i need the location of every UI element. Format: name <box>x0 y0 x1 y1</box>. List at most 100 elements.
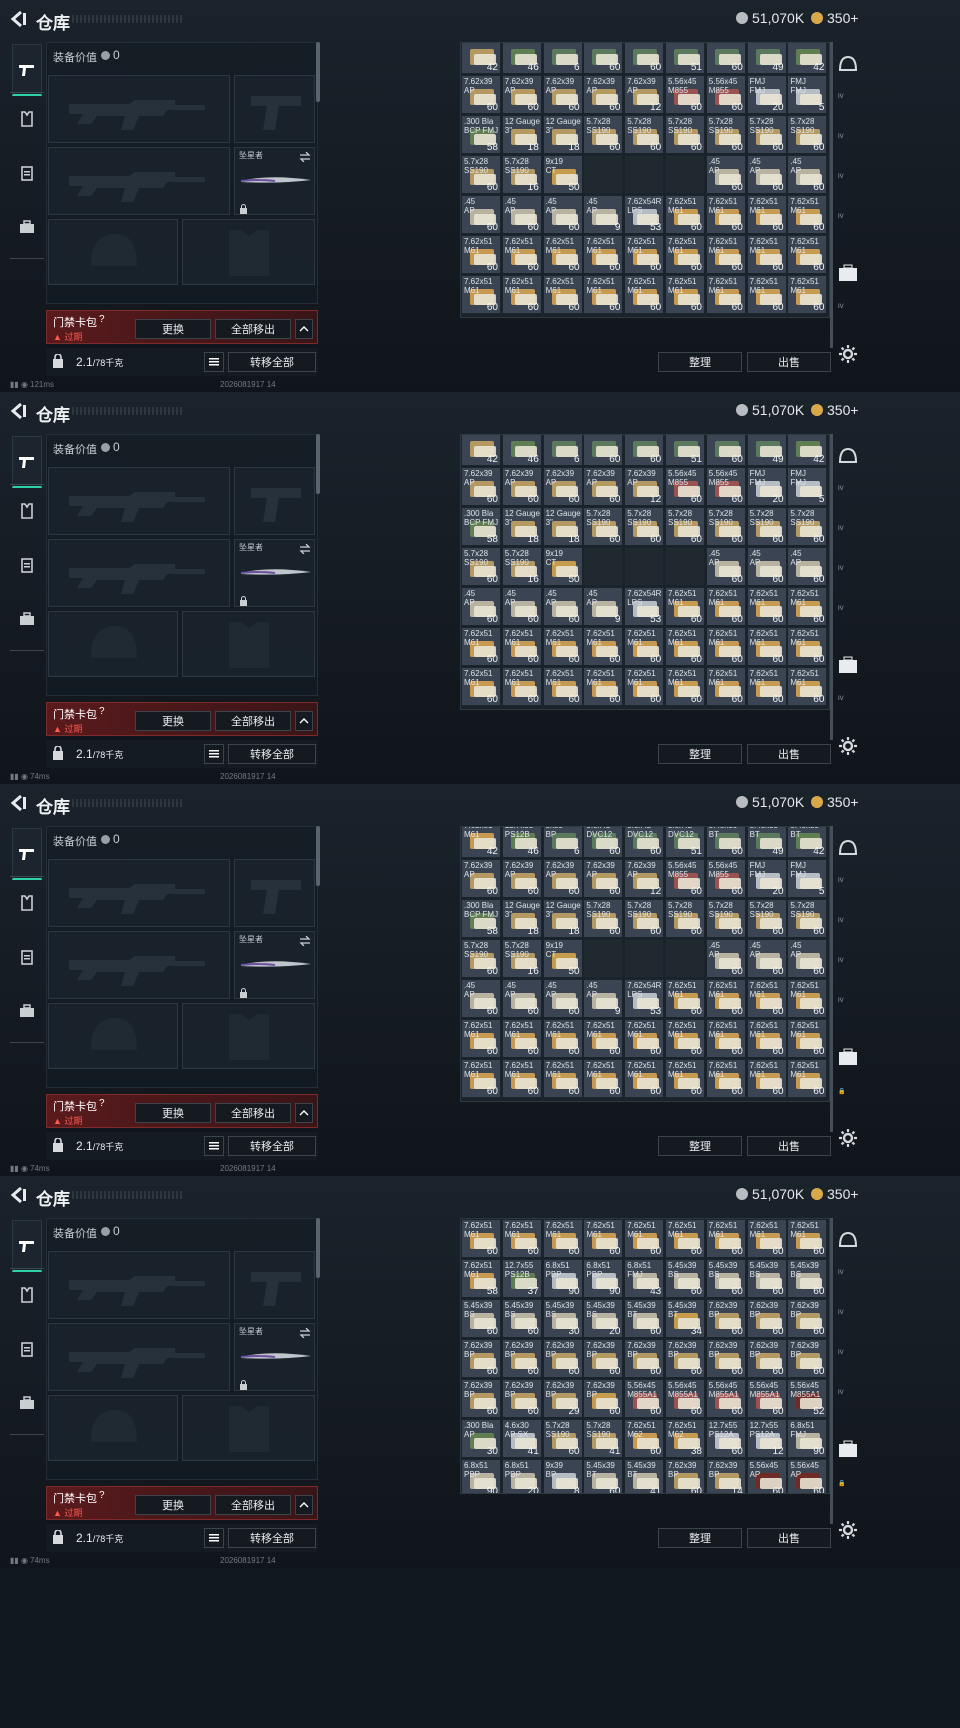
stash-item[interactable]: 12 Gauge 3" 18 <box>542 115 583 154</box>
stash-item[interactable]: 7.62x51 M61 60 <box>705 1019 746 1058</box>
empty-cell[interactable] <box>665 939 705 978</box>
currency-gold[interactable]: 350+ <box>811 402 859 418</box>
stash-item[interactable]: 5.7x28 SS190 16 <box>501 155 542 194</box>
stash-item[interactable]: 6 <box>542 43 583 74</box>
stash-item[interactable]: 5.7x28 SS190 60 <box>746 507 787 546</box>
stash-item[interactable]: 5.56x45 M855 60 <box>705 75 746 114</box>
stash-item[interactable]: 5.7x28 SS190 60 <box>461 155 501 194</box>
stash-item[interactable]: 7.62x51 M61 60 <box>461 1219 501 1258</box>
stash-item[interactable]: 7.62x54R LPS 53 <box>624 587 665 626</box>
stash-item[interactable]: 7.62x51 M61 60 <box>624 1019 665 1058</box>
stash-item[interactable]: 7.62x54R LPS 53 <box>624 979 665 1018</box>
stash-item[interactable]: .45 AP 9 <box>583 587 624 626</box>
list-view-button[interactable] <box>204 1528 224 1548</box>
empty-cell[interactable] <box>583 939 624 978</box>
stash-item[interactable]: 7.62x39 BP 60 <box>787 1339 828 1378</box>
stash-item[interactable]: 42 <box>461 435 501 466</box>
stash-item[interactable]: .45 AP 60 <box>705 939 746 978</box>
stash-item[interactable]: 12 Gauge 3" 18 <box>501 115 542 154</box>
stash-item[interactable]: 5.7x28 SS190 60 <box>665 115 705 154</box>
stash-item[interactable]: 6.8x51 FMJ 43 <box>624 1259 665 1298</box>
tab-armor[interactable] <box>12 888 42 918</box>
stash-item[interactable]: 7.62x51 M62 38 <box>665 1419 705 1458</box>
stash-item[interactable]: 6.8x51 PBP 90 <box>461 1459 501 1493</box>
stash-item[interactable]: 7.62x39 BP 60 <box>746 1339 787 1378</box>
stash-item[interactable]: 7.62x51 M61 60 <box>624 235 665 274</box>
stash-item[interactable]: 5.7x28 SS190 60 <box>624 115 665 154</box>
stash-item[interactable]: .45 AP 60 <box>542 587 583 626</box>
stash-item[interactable]: 7.62x39 BP 60 <box>583 1379 624 1418</box>
secondary-weapon-slot[interactable] <box>48 147 230 215</box>
stash-item[interactable]: .45 AP 60 <box>787 939 828 978</box>
stash-item[interactable]: 60 <box>705 435 746 466</box>
stash-item[interactable]: 7.62x51 M61 60 <box>542 275 583 314</box>
stash-item[interactable]: 7.62x39 BP 60 <box>501 1339 542 1378</box>
stash-item[interactable]: 5.7x28 SS190 16 <box>501 547 542 586</box>
swap-icon[interactable] <box>299 544 311 554</box>
stash-item[interactable]: 5.45x39 BS 60 <box>665 1259 705 1298</box>
stash-tab-active[interactable] <box>838 264 858 284</box>
tab-backpack[interactable] <box>12 996 42 1026</box>
stash-item[interactable]: 7.62x51 M61 60 <box>787 275 828 314</box>
list-view-button[interactable] <box>204 1136 224 1156</box>
loadout-scrollbar[interactable] <box>316 1218 320 1278</box>
body-armor-slot[interactable] <box>182 1003 315 1069</box>
tab-armor[interactable] <box>12 104 42 134</box>
stash-item[interactable]: 5.7x28 SS190 60 <box>746 899 787 938</box>
tab-backpack[interactable] <box>12 212 42 242</box>
stash-item[interactable]: 5.7x28 SS190 60 <box>787 507 828 546</box>
stash-item[interactable]: .45 AP 60 <box>746 155 787 194</box>
stash-item[interactable]: 7.62x39 AP 60 <box>583 75 624 114</box>
stash-item[interactable]: 7.62x39 BP 60 <box>624 1339 665 1378</box>
stash-tab-2[interactable]: IV <box>838 878 858 898</box>
stash-item[interactable]: 5.56x45 AP 60 <box>787 1459 828 1493</box>
collapse-button[interactable] <box>295 319 313 339</box>
stash-item[interactable]: 5.45x39 BT 49 <box>746 827 787 858</box>
tab-weapons[interactable] <box>12 44 42 96</box>
stash-item[interactable]: 5.7x28 SS190 60 <box>705 115 746 154</box>
stash-item[interactable]: 7.62x51 M61 60 <box>746 587 787 626</box>
sell-button[interactable]: 出售 <box>747 744 831 764</box>
tab-weapons[interactable] <box>12 1220 42 1272</box>
stash-item[interactable]: .45 AP 60 <box>542 979 583 1018</box>
stash-item[interactable]: 7.62x51 M61 60 <box>746 275 787 314</box>
stash-item[interactable]: 7.62x51 M61 60 <box>624 667 665 706</box>
stash-item[interactable]: FMJ FMJ 20 <box>746 75 787 114</box>
stash-item[interactable]: 7.62x39 AP 12 <box>624 75 665 114</box>
stash-item[interactable]: 7.62x51 M61 60 <box>624 627 665 666</box>
tab-rig[interactable] <box>12 158 42 188</box>
primary-weapon-slot[interactable] <box>48 859 230 927</box>
stash-item[interactable]: 5.7x28 SS190 60 <box>746 115 787 154</box>
list-view-button[interactable] <box>204 352 224 372</box>
tab-rig[interactable] <box>12 942 42 972</box>
stash-item[interactable]: 5.45x39 BS 60 <box>461 1299 501 1338</box>
stash-item[interactable]: FMJ FMJ 5 <box>787 75 828 114</box>
secondary-weapon-slot[interactable] <box>48 1323 230 1391</box>
stash-item[interactable]: .45 AP 60 <box>542 195 583 234</box>
stash-item[interactable]: 7.62x51 M62 60 <box>624 1419 665 1458</box>
stash-tab-4[interactable]: IV <box>838 1350 858 1370</box>
back-icon[interactable] <box>9 794 29 812</box>
sort-button[interactable]: 整理 <box>658 1136 742 1156</box>
tab-armor[interactable] <box>12 496 42 526</box>
stash-item[interactable]: 7.62x51 M61 60 <box>665 587 705 626</box>
stash-scrollbar[interactable] <box>830 434 833 740</box>
stash-item[interactable]: 5.56x45 M855 60 <box>705 467 746 506</box>
melee-slot[interactable]: 坠星者 <box>234 1323 315 1391</box>
stash-item[interactable]: .300 Bla AP 30 <box>461 1419 501 1458</box>
stash-tab-helmet[interactable] <box>838 838 858 858</box>
helmet-slot[interactable] <box>48 1395 178 1461</box>
stash-tab-helmet[interactable] <box>838 446 858 466</box>
stash-item[interactable]: 7.62x39 AP 60 <box>542 859 583 898</box>
currency-gold[interactable]: 350+ <box>811 794 859 810</box>
stash-item[interactable]: 60 <box>624 435 665 466</box>
stash-item[interactable]: 7.62x39 AP 60 <box>542 467 583 506</box>
melee-slot[interactable]: 坠星者 <box>234 931 315 999</box>
stash-item[interactable]: .45 AP 60 <box>787 547 828 586</box>
stash-item[interactable]: 7.62x51 M61 60 <box>665 235 705 274</box>
stash-item[interactable]: 7.62x51 M61 60 <box>461 235 501 274</box>
stash-item[interactable]: 7.62x51 M61 60 <box>583 1219 624 1258</box>
tab-backpack[interactable] <box>12 1388 42 1418</box>
stash-item[interactable]: 7.62x51 M61 60 <box>787 979 828 1018</box>
stash-item[interactable]: 5.7x28 SS190 60 <box>624 899 665 938</box>
